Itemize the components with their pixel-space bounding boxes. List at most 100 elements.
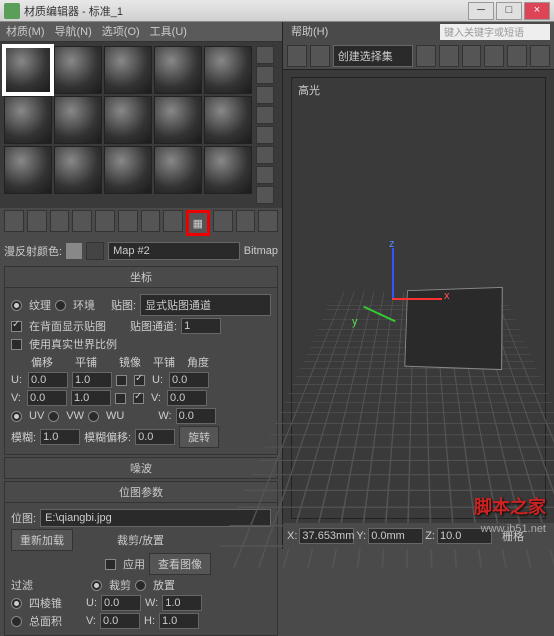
crop-radio[interactable] <box>91 580 102 591</box>
z-axis[interactable] <box>392 248 394 298</box>
assign-icon[interactable] <box>50 210 70 232</box>
material-slot[interactable] <box>104 146 152 194</box>
u-tile-chk[interactable] <box>134 375 145 386</box>
maximize-button[interactable]: □ <box>496 2 522 20</box>
realworld-checkbox[interactable] <box>11 339 22 350</box>
material-slot[interactable] <box>154 96 202 144</box>
put-scene-icon[interactable] <box>27 210 47 232</box>
texture-radio[interactable] <box>11 300 22 311</box>
map-name-input[interactable]: Map #2 <box>108 242 240 260</box>
y-coord[interactable]: 0.0mm <box>368 528 423 544</box>
make-unique-icon[interactable] <box>118 210 138 232</box>
viewport[interactable]: 高光 z x y <box>291 77 546 519</box>
material-slot[interactable] <box>204 146 252 194</box>
crop-u[interactable]: 0.0 <box>101 595 141 611</box>
show-map-viewport-icon[interactable]: ▦ <box>186 210 210 236</box>
minimize-button[interactable]: ─ <box>468 2 494 20</box>
material-slot[interactable] <box>54 46 102 94</box>
mapping-dropdown[interactable]: 显式贴图通道 <box>140 294 271 316</box>
x-axis[interactable] <box>392 298 442 300</box>
mirror-icon[interactable] <box>416 45 436 67</box>
v-offset[interactable]: 0.0 <box>27 390 67 406</box>
search-input[interactable]: 键入关键字或短语 <box>440 24 550 40</box>
reset-icon[interactable] <box>72 210 92 232</box>
bitmap-header[interactable]: 位图参数 <box>5 482 277 503</box>
crop-w[interactable]: 1.0 <box>162 595 202 611</box>
material-slot[interactable] <box>54 146 102 194</box>
material-slot[interactable] <box>204 96 252 144</box>
sample-uv-icon[interactable] <box>256 106 274 124</box>
put-library-icon[interactable] <box>141 210 161 232</box>
vw-radio[interactable] <box>48 411 59 422</box>
backlight-icon[interactable] <box>256 66 274 84</box>
u-angle[interactable]: 0.0 <box>169 372 209 388</box>
pyramid-radio[interactable] <box>11 598 22 609</box>
go-parent-icon[interactable] <box>236 210 256 232</box>
go-forward-icon[interactable] <box>258 210 278 232</box>
make-copy-icon[interactable] <box>95 210 115 232</box>
close-button[interactable]: × <box>524 2 550 20</box>
environ-radio[interactable] <box>55 300 66 311</box>
options-icon[interactable] <box>256 186 274 204</box>
repeat-icon[interactable] <box>256 126 274 144</box>
material-slot[interactable] <box>4 96 52 144</box>
color-swatch[interactable] <box>66 243 82 259</box>
u-mirror[interactable] <box>116 375 127 386</box>
menu-tools[interactable]: 工具(U) <box>150 22 187 41</box>
material-slot[interactable] <box>4 146 52 194</box>
tool-icon[interactable] <box>310 45 330 67</box>
blur-spinner[interactable]: 1.0 <box>40 429 80 445</box>
coords-header[interactable]: 坐标 <box>5 267 277 288</box>
apply-checkbox[interactable] <box>105 559 116 570</box>
sample-type-icon[interactable] <box>256 46 274 64</box>
material-id-icon[interactable] <box>163 210 183 232</box>
reload-button[interactable]: 重新加载 <box>11 529 73 551</box>
area-radio[interactable] <box>11 616 22 627</box>
v-mirror[interactable] <box>115 393 126 404</box>
material-slot[interactable] <box>154 46 202 94</box>
channel-spinner[interactable]: 1 <box>181 318 221 334</box>
video-check-icon[interactable] <box>256 146 274 164</box>
menu-options[interactable]: 选项(O) <box>102 22 140 41</box>
menu-help[interactable]: 帮助(H) <box>291 22 328 42</box>
uv-radio[interactable] <box>11 411 22 422</box>
view-image-button[interactable]: 查看图像 <box>149 553 211 575</box>
w-angle[interactable]: 0.0 <box>176 408 216 424</box>
wu-radio[interactable] <box>88 411 99 422</box>
v-angle[interactable]: 0.0 <box>167 390 207 406</box>
v-tile[interactable]: 1.0 <box>71 390 111 406</box>
place-radio[interactable] <box>135 580 146 591</box>
v-tile-chk[interactable] <box>133 393 144 404</box>
schematic-icon[interactable] <box>507 45 527 67</box>
rotate-button[interactable]: 旋转 <box>179 426 219 448</box>
material-slot[interactable] <box>54 96 102 144</box>
menu-material[interactable]: 材质(M) <box>6 22 45 41</box>
noise-rollout[interactable]: 噪波 <box>4 457 278 479</box>
material-slot[interactable] <box>4 46 52 94</box>
menu-navigate[interactable]: 导航(N) <box>55 22 92 41</box>
x-coord[interactable]: 37.653mm <box>299 528 354 544</box>
showback-checkbox[interactable] <box>11 321 22 332</box>
material-slot[interactable] <box>154 146 202 194</box>
eyedropper-icon[interactable] <box>86 242 104 260</box>
render-icon[interactable] <box>530 45 550 67</box>
align-icon[interactable] <box>439 45 459 67</box>
u-offset[interactable]: 0.0 <box>28 372 68 388</box>
preview-icon[interactable] <box>256 166 274 184</box>
map-type-button[interactable]: Bitmap <box>244 245 278 257</box>
selection-set-dropdown[interactable]: 创建选择集 <box>333 45 413 67</box>
material-slot[interactable] <box>204 46 252 94</box>
viewport-label[interactable]: 高光 <box>298 82 320 98</box>
get-material-icon[interactable] <box>4 210 24 232</box>
material-slot[interactable] <box>104 46 152 94</box>
layers-icon[interactable] <box>462 45 482 67</box>
crop-v[interactable]: 0.0 <box>100 613 140 629</box>
background-icon[interactable] <box>256 86 274 104</box>
curve-editor-icon[interactable] <box>484 45 504 67</box>
show-end-icon[interactable] <box>213 210 233 232</box>
material-slot[interactable] <box>104 96 152 144</box>
u-tile[interactable]: 1.0 <box>72 372 112 388</box>
crop-h[interactable]: 1.0 <box>159 613 199 629</box>
bluroff-spinner[interactable]: 0.0 <box>135 429 175 445</box>
undo-icon[interactable] <box>287 45 307 67</box>
